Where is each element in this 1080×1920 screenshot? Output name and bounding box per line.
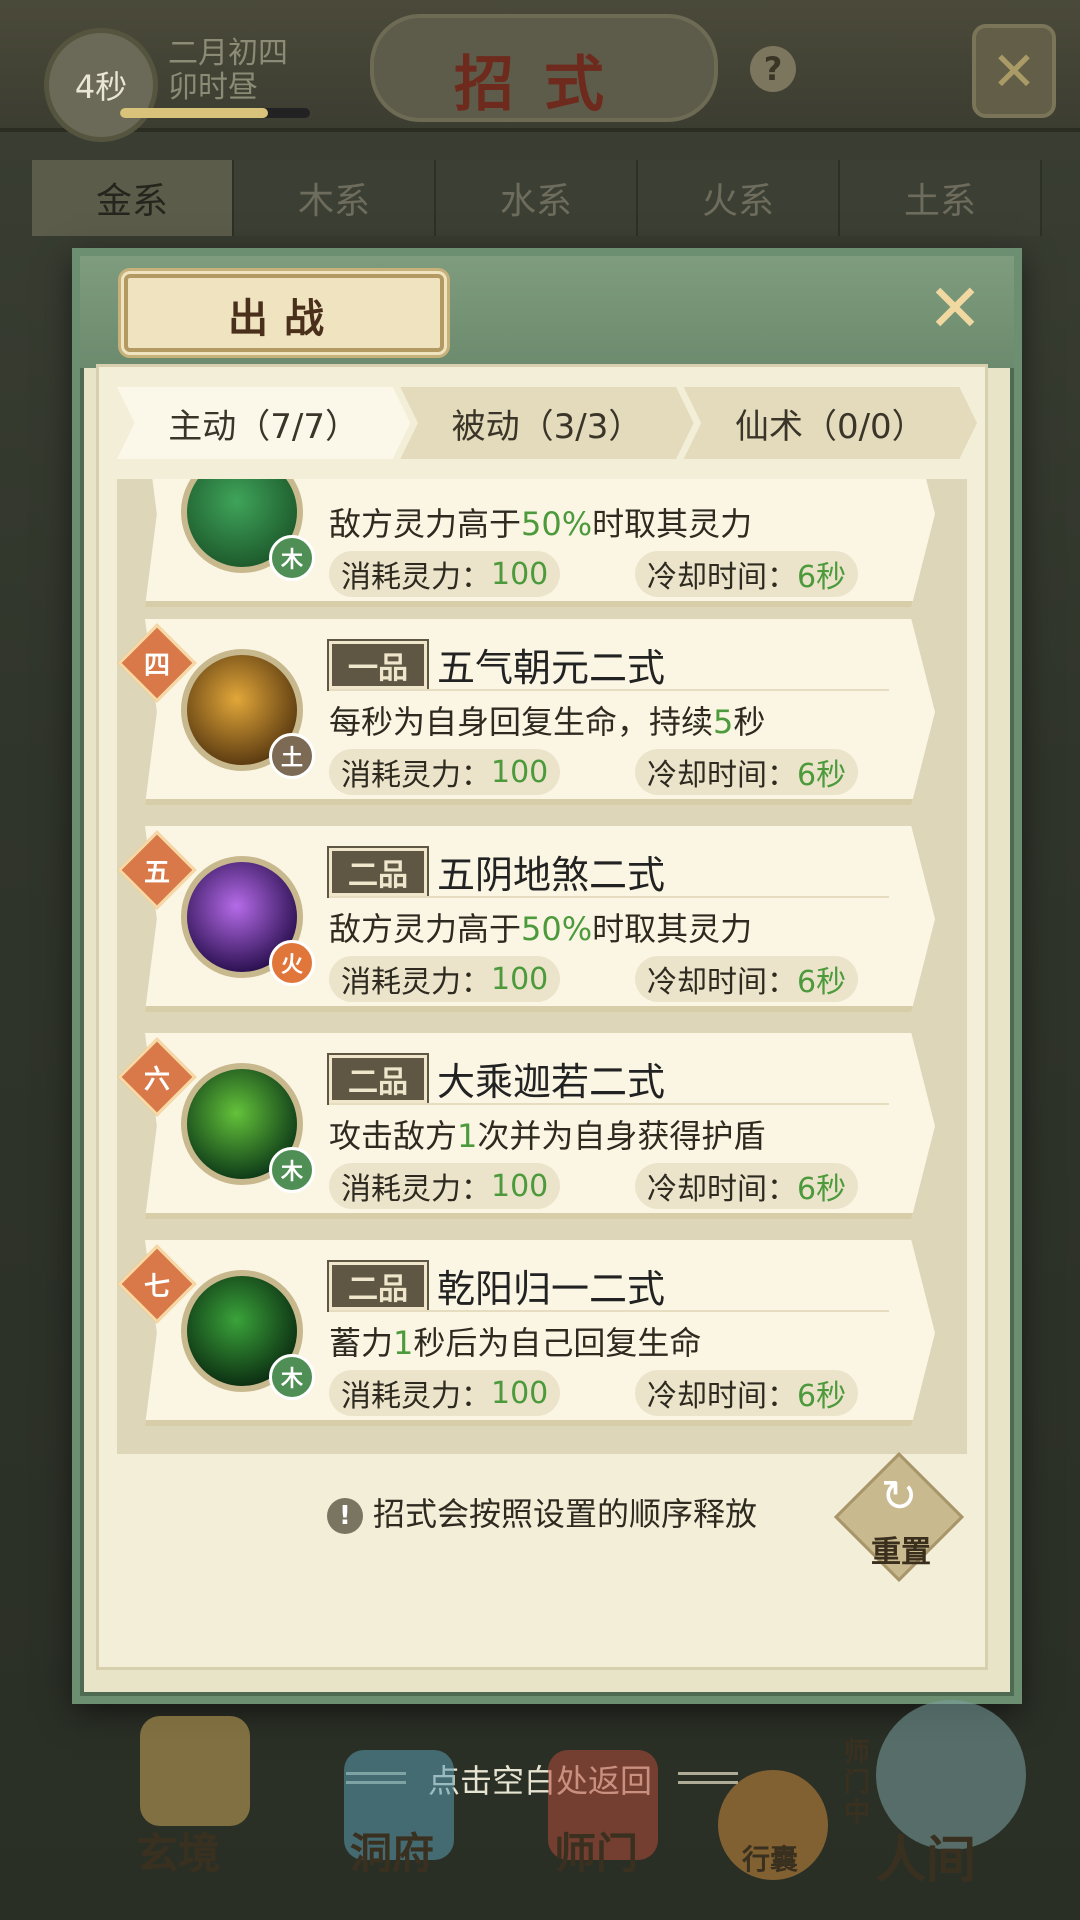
modal-content: 主动（7/7） 被动（3/3） 仙术（0/0） 木 敌方灵力高于50%时取其灵力… <box>96 364 988 1670</box>
rank-label: 七 <box>143 1271 170 1302</box>
cost-pill: 消耗灵力： 100 <box>329 1370 561 1416</box>
nav-xingnang[interactable]: 行囊 <box>742 1838 798 1878</box>
cooldown-pill: 冷却时间： 6秒 <box>635 551 859 597</box>
element-badge: 火 <box>269 940 315 986</box>
tab-spell-skills[interactable]: 仙术（0/0） <box>683 387 977 459</box>
nav-renjian[interactable]: 人间 <box>876 1820 976 1892</box>
timer-badge: 4秒 <box>44 28 158 142</box>
element-badge: 木 <box>269 1147 315 1193</box>
skill-description: 敌方灵力高于50%时取其灵力 <box>329 910 753 948</box>
battle-skill-modal: 出战 ✕ 主动（7/7） 被动（3/3） 仙术（0/0） 木 敌方灵力高于50%… <box>72 248 1022 1704</box>
reset-label: 重置 <box>871 1535 931 1570</box>
grade-badge: 一品 <box>329 641 427 689</box>
skill-description: 每秒为自身回复生命，持续5秒 <box>329 703 766 741</box>
bottom-nav: 玄境 洞府 师门 行囊 人间 师门中 <box>0 1700 1080 1920</box>
sect-status-badge: 师门中 <box>844 1738 871 1828</box>
skill-description: 蓄力1秒后为自己回复生命 <box>329 1324 702 1362</box>
element-tabs: 金系 木系 水系 火系 土系 <box>32 160 1042 236</box>
skill-name: 五气朝元二式 <box>437 646 666 690</box>
skill-card[interactable]: 五 火 二品 五阴地煞二式 敌方灵力高于50%时取其灵力 消耗灵力： 100 冷却… <box>117 826 935 1012</box>
cost-pill: 消耗灵力： 100 <box>329 1163 561 1209</box>
time-of-day-label: 卯时昼 <box>168 70 258 105</box>
rank-label: 四 <box>143 650 170 681</box>
modal-header: 出战 ✕ <box>80 256 1014 368</box>
element-badge: 木 <box>269 535 315 581</box>
grade-badge: 二品 <box>329 1055 427 1103</box>
element-badge: 木 <box>269 1354 315 1400</box>
rank-label: 六 <box>143 1064 170 1095</box>
tab-fire[interactable]: 火系 <box>638 160 840 236</box>
cooldown-pill: 冷却时间： 6秒 <box>635 1163 859 1209</box>
skill-name: 五阴地煞二式 <box>437 853 666 897</box>
top-bar: 4秒 二月初四 卯时昼 招式 ? ✕ <box>0 0 1080 142</box>
cost-pill: 消耗灵力： 100 <box>329 956 561 1002</box>
skill-name: 大乘迦若二式 <box>437 1060 666 1104</box>
skill-card[interactable]: 七 木 二品 乾阳归一二式 蓄力1秒后为自己回复生命 消耗灵力： 100 冷却时间… <box>117 1240 935 1426</box>
skill-name: 乾阳归一二式 <box>437 1267 666 1311</box>
skill-description: 攻击敌方1次并为自身获得护盾 <box>329 1117 766 1155</box>
cost-pill: 消耗灵力： 100 <box>329 749 561 795</box>
skill-card[interactable]: 四 土 一品 五气朝元二式 每秒为自身回复生命，持续5秒 消耗灵力： 100 冷却… <box>117 619 935 805</box>
time-progress-bar <box>120 108 310 118</box>
help-icon[interactable]: ? <box>750 46 796 92</box>
tab-metal[interactable]: 金系 <box>32 160 234 236</box>
warning-icon: ! <box>326 1498 363 1534</box>
skill-card[interactable]: 木 敌方灵力高于50%时取其灵力 消耗灵力： 100 冷却时间： 6秒 <box>145 479 935 607</box>
element-badge: 土 <box>269 733 315 779</box>
skill-type-tabs: 主动（7/7） 被动（3/3） 仙术（0/0） <box>117 387 977 459</box>
refresh-icon: ↻ <box>880 1471 918 1522</box>
grade-badge: 二品 <box>329 848 427 896</box>
cooldown-pill: 冷却时间： 6秒 <box>635 1370 859 1416</box>
close-page-button[interactable]: ✕ <box>972 24 1056 118</box>
cost-pill: 消耗灵力： 100 <box>329 551 561 597</box>
cooldown-pill: 冷却时间： 6秒 <box>635 956 859 1002</box>
nav-dongfu[interactable]: 洞府 <box>350 1820 434 1881</box>
grade-badge: 二品 <box>329 1262 427 1310</box>
close-icon[interactable]: ✕ <box>920 276 990 346</box>
modal-title: 出战 <box>228 295 340 342</box>
tab-water[interactable]: 水系 <box>436 160 638 236</box>
page-title: 招式 <box>454 50 634 120</box>
tab-passive-skills[interactable]: 被动（3/3） <box>400 387 694 459</box>
rank-label: 五 <box>143 857 170 888</box>
tab-active-skills[interactable]: 主动（7/7） <box>117 387 411 459</box>
tab-wood[interactable]: 木系 <box>234 160 436 236</box>
skill-list[interactable]: 木 敌方灵力高于50%时取其灵力 消耗灵力： 100 冷却时间： 6秒 四 土 一品… <box>117 479 967 1454</box>
nav-shimen[interactable]: 师门 <box>554 1820 638 1881</box>
scroll-icon <box>140 1716 250 1826</box>
title-plate: 招式 <box>370 14 718 122</box>
cooldown-pill: 冷却时间： 6秒 <box>635 749 859 795</box>
skill-description: 敌方灵力高于50%时取其灵力 <box>329 505 753 543</box>
modal-banner: 出战 <box>124 274 444 352</box>
nav-xuanjing[interactable]: 玄境 <box>136 1820 220 1881</box>
tab-earth[interactable]: 土系 <box>840 160 1042 236</box>
skill-card[interactable]: 六 木 二品 大乘迦若二式 攻击敌方1次并为自身获得护盾 消耗灵力： 100 冷却… <box>117 1033 935 1219</box>
